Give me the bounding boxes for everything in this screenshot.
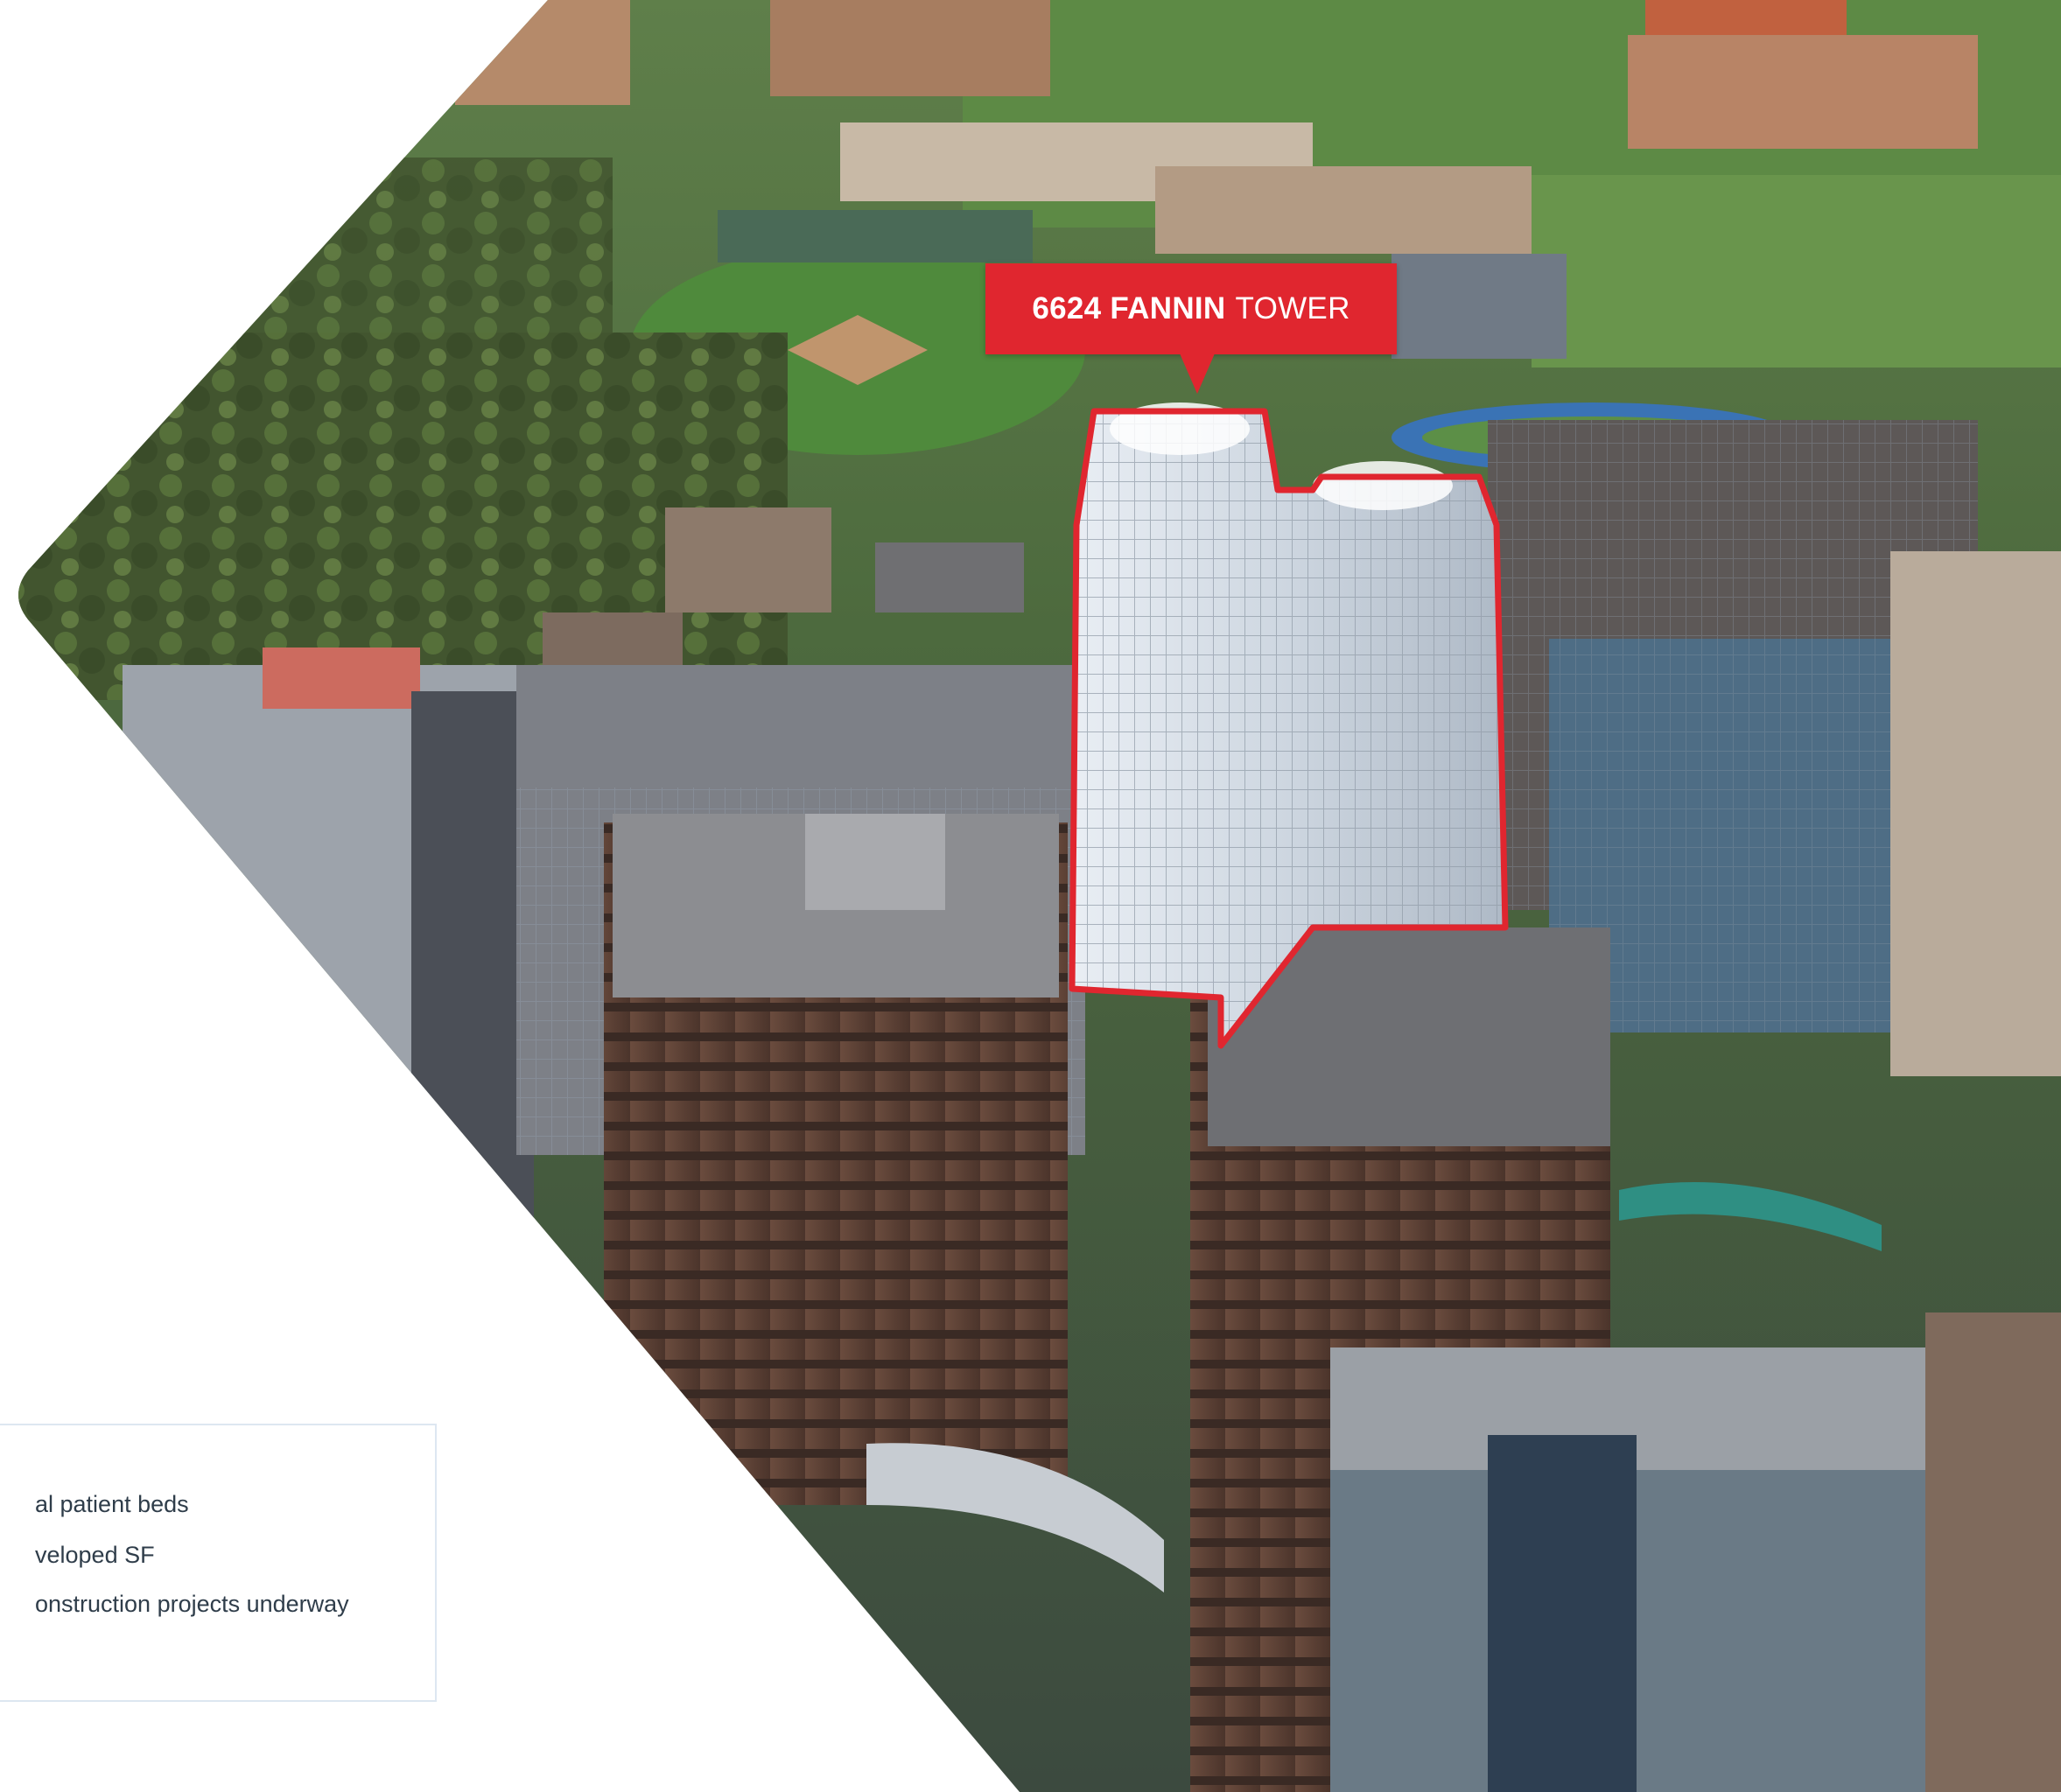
callout-pointer <box>1180 354 1215 394</box>
tower-callout-label: 6624 FANNIN TOWER <box>985 263 1397 354</box>
tower-name-bold: 6624 FANNIN <box>1032 291 1226 326</box>
stat-developed-sf: veloped SF <box>35 1542 155 1568</box>
stat-construction-projects: onstruction projects underway <box>35 1591 349 1617</box>
stat-patient-beds: al patient beds <box>35 1491 189 1517</box>
tower-name-light: TOWER <box>1235 291 1350 326</box>
